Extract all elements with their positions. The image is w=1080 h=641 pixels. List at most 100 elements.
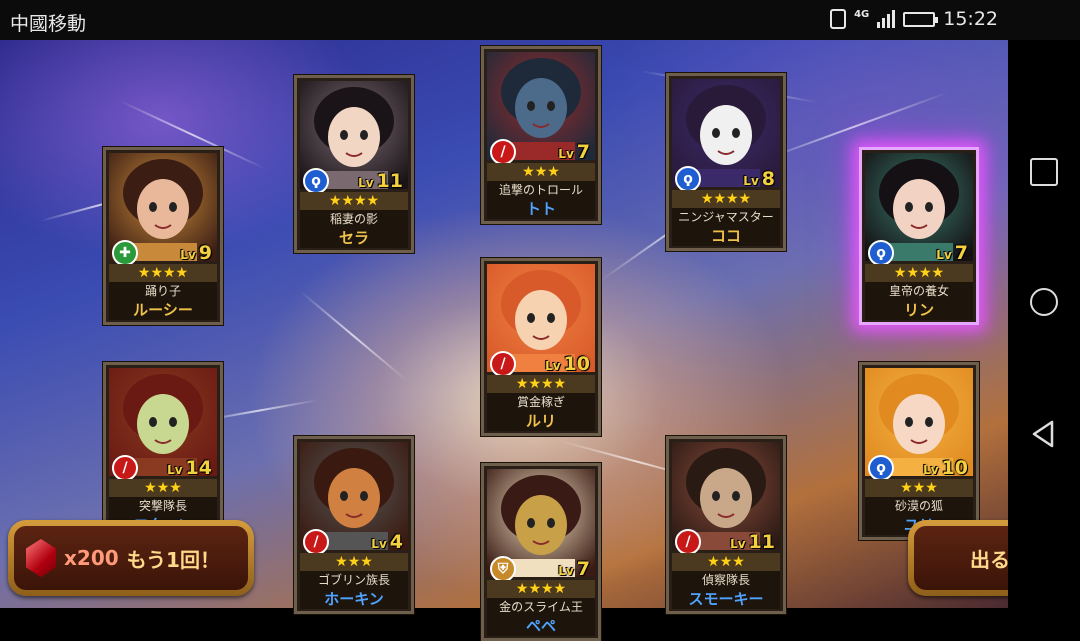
level-label: Lv bbox=[923, 463, 939, 477]
magic-icon: ϙ bbox=[868, 240, 894, 266]
character-card-toto[interactable]: / Lv 7 ★★★ 追撃のトロール トト bbox=[481, 46, 601, 224]
back-icon[interactable] bbox=[1030, 420, 1058, 448]
rarity-stars: ★★★★ bbox=[300, 192, 408, 210]
character-title: 皇帝の養女 bbox=[865, 282, 973, 300]
character-card-sera[interactable]: ϙ Lv 11 ★★★★ 稲妻の影 セラ bbox=[294, 75, 414, 253]
level-value: 7 bbox=[576, 141, 590, 163]
shield-icon: ⛨ bbox=[490, 556, 516, 582]
character-card-hokin[interactable]: / Lv 4 ★★★ ゴブリン族長 ホーキン bbox=[294, 436, 414, 614]
level-label: Lv bbox=[743, 174, 759, 188]
character-title: 突撃隊長 bbox=[109, 497, 217, 515]
carrier-name: 中國移動 bbox=[10, 13, 87, 35]
level-value: 14 bbox=[185, 457, 212, 479]
character-name: リン bbox=[865, 300, 973, 320]
level-label: Lv bbox=[558, 564, 574, 578]
level-display: Lv 4 bbox=[371, 531, 403, 553]
level-label: Lv bbox=[558, 147, 574, 161]
status-bar: 中國移動 4G 15:22 bbox=[0, 0, 1080, 40]
character-title: 稲妻の影 bbox=[300, 210, 408, 228]
character-title: 金のスライム王 bbox=[487, 598, 595, 616]
character-title: 偵察隊長 bbox=[672, 571, 780, 589]
level-display: Lv 7 bbox=[558, 141, 590, 163]
network-type: 4G bbox=[854, 9, 870, 20]
character-title: ゴブリン族長 bbox=[300, 571, 408, 589]
rarity-stars: ★★★★ bbox=[487, 580, 595, 598]
level-value: 10 bbox=[941, 457, 968, 479]
level-label: Lv bbox=[545, 359, 561, 373]
retry-button-inner[interactable]: x200 もう1回！ bbox=[14, 526, 248, 590]
battery-icon bbox=[903, 11, 939, 27]
retry-label: もう1回！ bbox=[126, 547, 220, 572]
rarity-stars: ★★★★ bbox=[672, 190, 780, 208]
sword-icon: / bbox=[303, 529, 329, 555]
status-icons: 4G 15:22 bbox=[830, 8, 998, 30]
character-card-coco[interactable]: ϙ Lv 8 ★★★★ ニンジャマスター ココ bbox=[666, 73, 786, 251]
sword-icon: / bbox=[490, 139, 516, 165]
character-name: スモーキー bbox=[672, 589, 780, 609]
clock: 15:22 bbox=[943, 8, 998, 30]
character-title: 踊り子 bbox=[109, 282, 217, 300]
character-card-smokey[interactable]: / Lv 11 ★★★ 偵察隊長 スモーキー bbox=[666, 436, 786, 614]
character-name: ホーキン bbox=[300, 589, 408, 609]
magic-icon: ϙ bbox=[303, 168, 329, 194]
level-label: Lv bbox=[167, 463, 183, 477]
character-title: 砂漠の狐 bbox=[865, 497, 973, 515]
level-label: Lv bbox=[730, 537, 746, 551]
level-value: 8 bbox=[761, 168, 775, 190]
character-name: ルリ bbox=[487, 411, 595, 431]
rarity-stars: ★★★ bbox=[865, 479, 973, 497]
level-value: 10 bbox=[563, 353, 590, 375]
signal-icon bbox=[877, 10, 896, 28]
home-icon[interactable] bbox=[1030, 288, 1058, 316]
level-value: 11 bbox=[748, 531, 775, 553]
level-label: Lv bbox=[358, 176, 374, 190]
level-value: 9 bbox=[198, 242, 212, 264]
level-label: Lv bbox=[180, 248, 196, 262]
retry-button[interactable]: x200 もう1回！ bbox=[8, 520, 254, 596]
level-display: Lv 8 bbox=[743, 168, 775, 190]
magic-icon: ϙ bbox=[868, 455, 894, 481]
level-display: Lv 7 bbox=[936, 242, 968, 264]
level-value: 7 bbox=[576, 558, 590, 580]
character-card-yuri[interactable]: ϙ Lv 10 ★★★ 砂漠の狐 ユリ bbox=[859, 362, 979, 540]
rarity-stars: ★★★ bbox=[109, 479, 217, 497]
character-name: ルーシー bbox=[109, 300, 217, 320]
character-title: 賞金稼ぎ bbox=[487, 393, 595, 411]
character-card-kokun[interactable]: / Lv 14 ★★★ 突撃隊長 コクーン bbox=[103, 362, 223, 540]
character-title: ニンジャマスター bbox=[672, 208, 780, 226]
level-value: 7 bbox=[954, 242, 968, 264]
character-title: 追撃のトロール bbox=[487, 181, 595, 199]
level-display: Lv 11 bbox=[730, 531, 775, 553]
gem-cost: x200 bbox=[64, 546, 119, 570]
level-value: 4 bbox=[389, 531, 403, 553]
rarity-stars: ★★★ bbox=[487, 163, 595, 181]
ruby-gem-icon bbox=[26, 539, 56, 577]
character-name: セラ bbox=[300, 228, 408, 248]
rarity-stars: ★★★ bbox=[300, 553, 408, 571]
character-card-pepe[interactable]: ⛨ Lv 7 ★★★★ 金のスライム王 ペペ bbox=[481, 463, 601, 641]
vibrate-icon bbox=[830, 9, 847, 29]
magic-icon: ϙ bbox=[675, 166, 701, 192]
android-nav-bar bbox=[1008, 40, 1080, 608]
sword-icon: / bbox=[112, 455, 138, 481]
level-display: Lv 10 bbox=[545, 353, 590, 375]
level-display: Lv 10 bbox=[923, 457, 968, 479]
level-display: Lv 9 bbox=[180, 242, 212, 264]
level-display: Lv 11 bbox=[358, 170, 403, 192]
character-name: ココ bbox=[672, 226, 780, 246]
character-name: ペペ bbox=[487, 616, 595, 636]
level-display: Lv 7 bbox=[558, 558, 590, 580]
level-value: 11 bbox=[376, 170, 403, 192]
rarity-stars: ★★★★ bbox=[865, 264, 973, 282]
rarity-stars: ★★★★ bbox=[109, 264, 217, 282]
level-display: Lv 14 bbox=[167, 457, 212, 479]
character-card-rin[interactable]: ϙ Lv 7 ★★★★ 皇帝の養女 リン bbox=[859, 147, 979, 325]
character-name: トト bbox=[487, 199, 595, 219]
level-label: Lv bbox=[936, 248, 952, 262]
character-card-ruri[interactable]: / Lv 10 ★★★★ 賞金稼ぎ ルリ bbox=[481, 258, 601, 436]
sword-icon: / bbox=[675, 529, 701, 555]
character-card-lucy[interactable]: ✚ Lv 9 ★★★★ 踊り子 ルーシー bbox=[103, 147, 223, 325]
recents-icon[interactable] bbox=[1030, 158, 1058, 186]
sword-icon: / bbox=[490, 351, 516, 377]
rarity-stars: ★★★ bbox=[672, 553, 780, 571]
